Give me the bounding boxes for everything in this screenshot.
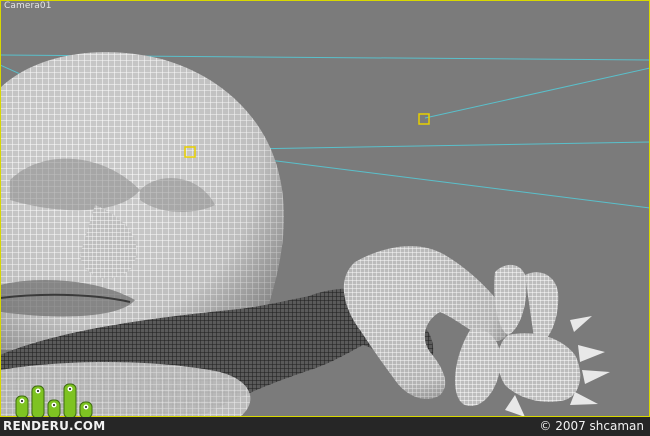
claw-hand-mesh	[343, 246, 610, 417]
mascot-logo	[15, 383, 93, 417]
viewport-label[interactable]: Camera01	[4, 1, 52, 11]
copyright-credit: © 2007 shcaman	[539, 419, 644, 433]
wireframe-scene	[0, 52, 650, 417]
viewport-camera01[interactable]: Camera01	[0, 0, 650, 417]
brand-logo-text[interactable]: RENDERU.COM	[3, 419, 105, 433]
camera-target-icon[interactable]	[418, 113, 430, 125]
head-mesh	[0, 52, 284, 350]
camera-line	[424, 67, 650, 119]
footer-bar: RENDERU.COM © 2007 shcaman	[0, 417, 650, 436]
